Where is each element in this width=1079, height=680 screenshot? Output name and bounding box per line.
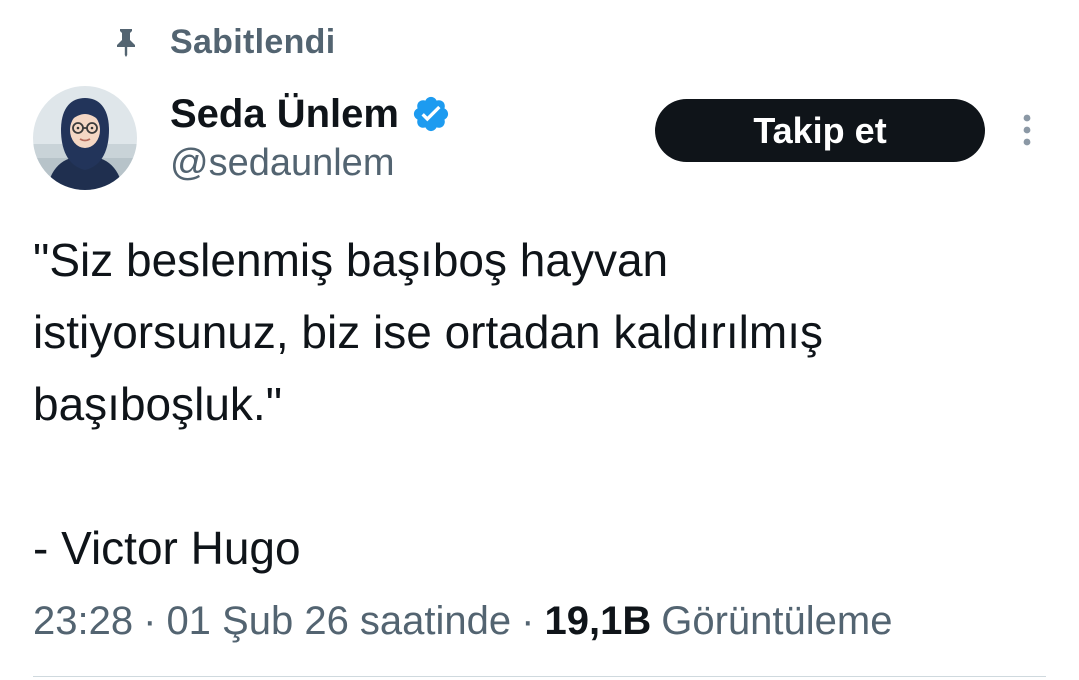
verified-badge-icon xyxy=(411,94,451,134)
more-options-button[interactable] xyxy=(1010,108,1044,152)
tweet-text-line: - Victor Hugo xyxy=(33,522,301,574)
tweet-text: "Siz beslenmiş başıboş hayvan istiyorsun… xyxy=(33,224,1043,584)
views-count[interactable]: 19,1B xyxy=(545,599,652,644)
pin-icon xyxy=(112,26,140,58)
tweet-date[interactable]: 01 Şub 26 saatinde xyxy=(166,599,511,644)
meta-separator: · xyxy=(521,598,535,643)
pinned-indicator: Sabitlendi xyxy=(112,20,335,64)
meta-separator: · xyxy=(143,598,157,643)
tweet-card: Sabitlendi Seda Ünlem @sedaunlem Takip e… xyxy=(0,0,1079,680)
tweet-text-line: istiyorsunuz, biz ise ortadan kaldırılmı… xyxy=(33,306,823,358)
views-label[interactable]: Görüntüleme xyxy=(661,599,892,644)
follow-button[interactable]: Takip et xyxy=(655,99,985,162)
author-name-row[interactable]: Seda Ünlem xyxy=(170,86,451,142)
divider xyxy=(33,676,1046,677)
tweet-text-line xyxy=(33,440,1043,512)
avatar[interactable] xyxy=(33,86,137,190)
tweet-text-line: başıboşluk." xyxy=(33,378,283,430)
author-handle[interactable]: @sedaunlem xyxy=(170,142,394,185)
more-vertical-icon xyxy=(1023,114,1031,146)
author-display-name[interactable]: Seda Ünlem xyxy=(170,92,399,137)
avatar-illustration xyxy=(33,86,137,190)
pinned-label: Sabitlendi xyxy=(170,22,336,61)
tweet-meta: 23:28 · 01 Şub 26 saatinde · 19,1B Görün… xyxy=(33,594,892,648)
tweet-text-line: "Siz beslenmiş başıboş hayvan xyxy=(33,234,669,286)
tweet-time[interactable]: 23:28 xyxy=(33,599,133,644)
